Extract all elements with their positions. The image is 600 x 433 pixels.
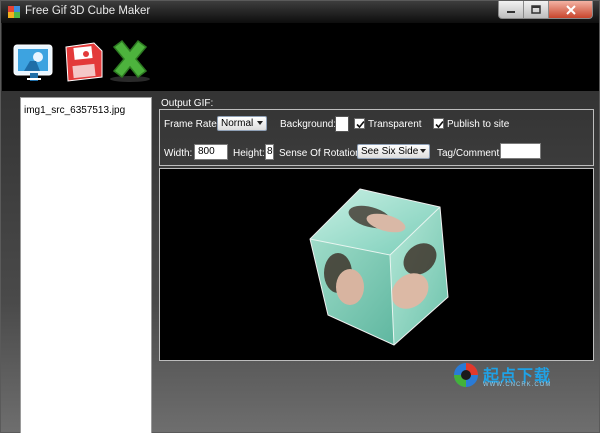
app-icon	[8, 6, 20, 18]
checkmark-icon	[435, 120, 444, 129]
title-bar[interactable]: Free Gif 3D Cube Maker	[1, 1, 599, 23]
watermark-url: WWW.CNCRK.COM	[483, 382, 552, 388]
frame-rate-select[interactable]: Normal	[217, 116, 267, 131]
rotation-label: Sense Of Rotation:	[279, 148, 364, 159]
width-label: Width:	[164, 148, 193, 159]
chevron-down-icon	[257, 121, 263, 125]
app-window: Free Gif 3D Cube Maker img1_src_6357513.…	[0, 0, 600, 433]
minimize-button[interactable]	[498, 1, 524, 19]
output-options-panel: Frame Rate: Normal Background: Transpare…	[159, 109, 594, 166]
frame-rate-value: Normal	[221, 118, 254, 129]
maximize-button[interactable]	[524, 1, 549, 19]
transparent-checkbox[interactable]	[354, 118, 365, 129]
file-list-item[interactable]: img1_src_6357513.jpg	[24, 105, 125, 116]
rotation-select[interactable]: See Six Side	[357, 144, 430, 159]
checkmark-icon	[356, 120, 365, 129]
publish-checkbox[interactable]	[433, 118, 444, 129]
gif-preview	[159, 168, 594, 361]
open-image-icon[interactable]	[10, 37, 58, 85]
toolbar	[2, 23, 599, 91]
window-title: Free Gif 3D Cube Maker	[25, 5, 151, 17]
chevron-down-icon	[420, 149, 426, 153]
tag-label: Tag/Comment:	[437, 148, 503, 159]
window-controls	[498, 1, 593, 19]
cube-preview-image	[309, 188, 449, 346]
close-button[interactable]	[549, 1, 593, 19]
output-section-label: Output GIF:	[161, 98, 214, 109]
maximize-icon	[531, 5, 541, 14]
save-disk-icon[interactable]	[60, 37, 108, 85]
file-list[interactable]: img1_src_6357513.jpg	[20, 97, 152, 433]
tag-input[interactable]	[500, 143, 541, 159]
publish-label: Publish to site	[447, 119, 510, 130]
background-label: Background:	[280, 119, 337, 130]
watermark-logo: 起点下载 WWW.CNCRK.COM	[451, 360, 571, 392]
height-label: Height:	[233, 148, 265, 159]
close-icon	[565, 4, 576, 15]
height-input[interactable]: 800	[265, 144, 274, 160]
background-color-swatch[interactable]	[335, 116, 349, 132]
rotation-value: See Six Side	[361, 146, 419, 157]
exit-x-icon[interactable]	[106, 37, 154, 85]
frame-rate-label: Frame Rate:	[164, 119, 220, 130]
minimize-icon	[507, 10, 515, 13]
watermark-swirl-icon	[454, 363, 478, 387]
transparent-label: Transparent	[368, 119, 422, 130]
width-input[interactable]: 800	[194, 144, 228, 160]
